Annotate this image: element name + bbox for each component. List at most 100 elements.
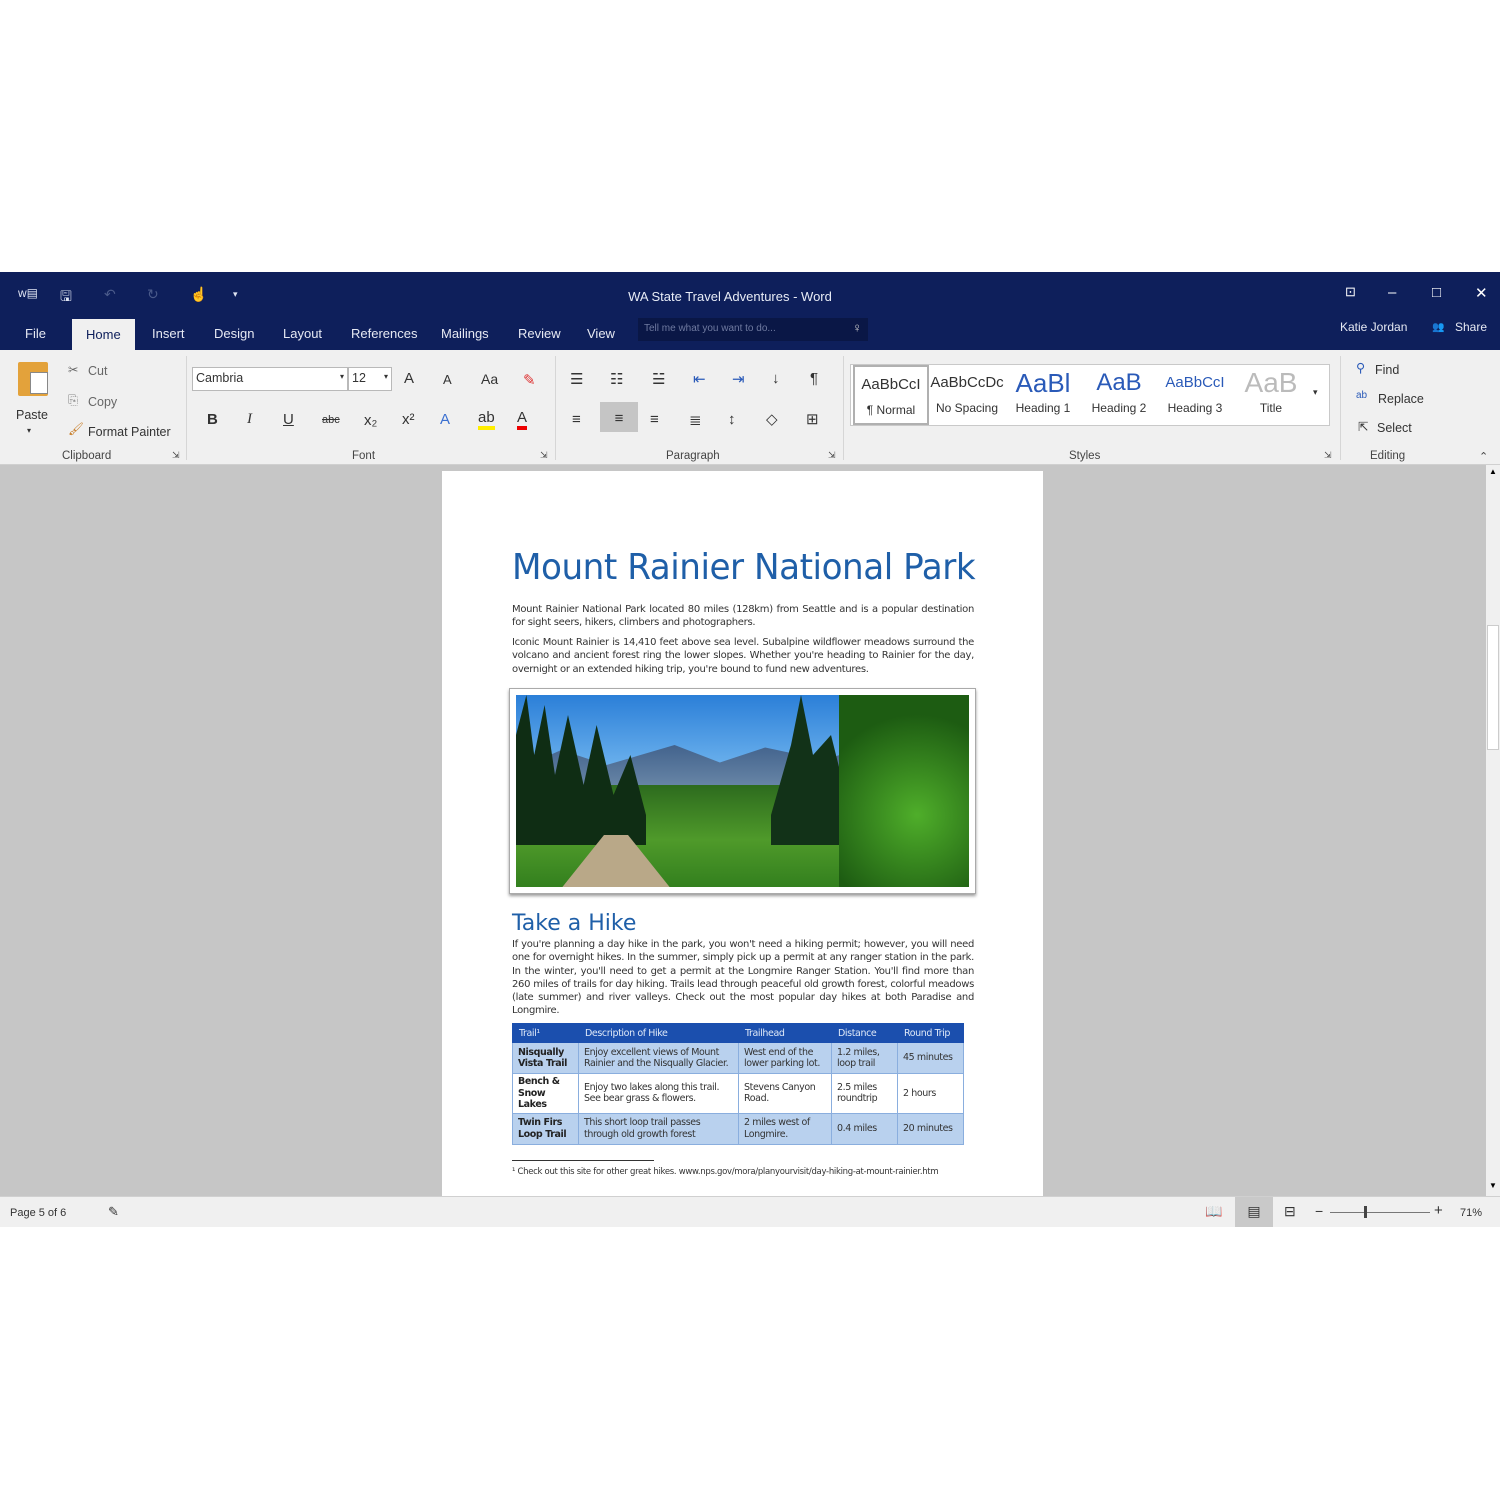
underline-button[interactable]: U (283, 411, 294, 428)
print-layout-icon[interactable]: ▤ (1235, 1197, 1273, 1227)
align-left-icon[interactable]: ≡ (572, 411, 581, 428)
align-center-icon[interactable]: ≡ (600, 402, 638, 432)
bullets-icon[interactable]: ☰ (570, 370, 583, 388)
style-normal[interactable]: AaBbCcI ¶ Normal (853, 365, 929, 425)
tell-me-input[interactable]: Tell me what you want to do... ♀ (638, 318, 868, 341)
align-right-icon[interactable]: ≡ (650, 411, 659, 428)
decrease-indent-icon[interactable]: ⇤ (693, 370, 706, 388)
italic-button[interactable]: I (247, 411, 252, 428)
grow-font-button[interactable]: A (404, 370, 414, 387)
zoom-slider-thumb[interactable] (1363, 1206, 1367, 1218)
font-launcher-icon[interactable]: ⇲ (540, 450, 548, 461)
tab-home[interactable]: Home (72, 319, 135, 350)
document-area: Mount Rainier National Park Mount Rainie… (0, 465, 1486, 1196)
proofing-icon[interactable]: ✎ (108, 1204, 119, 1220)
user-name[interactable]: Katie Jordan (1340, 320, 1407, 334)
select-icon: ⇱ (1358, 420, 1369, 434)
read-mode-icon[interactable]: 📖 (1205, 1203, 1222, 1220)
table-cell: Enjoy two lakes along this trail. See be… (578, 1073, 739, 1114)
superscript-icon[interactable]: x² (402, 411, 415, 428)
line-spacing-icon[interactable]: ↕ (728, 411, 736, 428)
paste-button[interactable]: Paste (16, 408, 48, 422)
document-title: Mount Rainier National Park (512, 547, 976, 588)
font-size-value: 12 (352, 371, 366, 385)
divider (555, 356, 556, 460)
collapse-ribbon-icon[interactable]: ⌃ (1479, 450, 1488, 463)
format-painter-button[interactable]: Format Painter (88, 425, 171, 439)
find-button[interactable]: Find (1375, 363, 1399, 377)
section-heading: Take a Hike (512, 911, 637, 936)
copy-button[interactable]: Copy (88, 395, 117, 409)
font-size-select[interactable]: 12 ▾ (348, 367, 392, 391)
zoom-in-button[interactable]: + (1434, 1202, 1443, 1219)
subscript-icon[interactable]: x₂ (364, 412, 377, 429)
mount-rainier-photo (509, 688, 976, 894)
replace-button[interactable]: Replace (1378, 392, 1424, 406)
shrink-font-button[interactable]: A (443, 372, 452, 387)
font-color-icon[interactable]: A (517, 410, 528, 430)
lightbulb-icon: ♀ (852, 320, 862, 335)
style-preview: AaB (1096, 369, 1142, 396)
tab-view[interactable]: View (587, 326, 615, 341)
bold-button[interactable]: B (207, 411, 218, 428)
paste-icon[interactable] (18, 362, 48, 396)
styles-launcher-icon[interactable]: ⇲ (1324, 450, 1332, 461)
highlight-icon[interactable]: ab (478, 410, 495, 430)
paragraph-launcher-icon[interactable]: ⇲ (828, 450, 836, 461)
font-group-label: Font (352, 450, 376, 462)
scroll-down-icon[interactable]: ▼ (1489, 1181, 1497, 1190)
styles-more-icon[interactable]: ▾ (1313, 387, 1318, 398)
shading-icon[interactable]: ◇ (766, 410, 778, 428)
table-cell: 1.2 miles, loop trail (831, 1042, 898, 1074)
close-button[interactable]: ✕ (1475, 284, 1488, 302)
scroll-thumb[interactable] (1487, 625, 1499, 750)
table-row: Bench & Snow Lakes Enjoy two lakes along… (512, 1073, 964, 1114)
document-page[interactable]: Mount Rainier National Park Mount Rainie… (442, 471, 1043, 1196)
style-preview: AaB (1244, 367, 1298, 398)
style-title[interactable]: AaB Title (1233, 365, 1309, 425)
tab-design[interactable]: Design (214, 326, 254, 341)
increase-indent-icon[interactable]: ⇥ (732, 370, 745, 388)
strikethrough-button[interactable]: abc (322, 414, 340, 426)
select-button[interactable]: Select (1377, 421, 1412, 435)
tab-references[interactable]: References (351, 326, 417, 341)
zoom-out-button[interactable]: − (1315, 1203, 1323, 1219)
tab-mailings[interactable]: Mailings (441, 326, 489, 341)
tab-review[interactable]: Review (518, 326, 561, 341)
tab-file[interactable]: File (25, 326, 46, 341)
status-bar: Page 5 of 6 ✎ 📖 ▤ ⊟ − + 71% (0, 1196, 1500, 1227)
style-heading-1[interactable]: AaBl Heading 1 (1005, 365, 1081, 425)
zoom-slider[interactable] (1330, 1206, 1430, 1218)
web-layout-icon[interactable]: ⊟ (1284, 1203, 1296, 1220)
borders-icon[interactable]: ⊞ (806, 410, 819, 428)
cut-button[interactable]: Cut (88, 364, 107, 378)
show-formatting-button[interactable]: ¶ (810, 370, 818, 387)
style-heading-2[interactable]: AaB Heading 2 (1081, 365, 1157, 425)
numbering-icon[interactable]: ☷ (610, 370, 623, 388)
tab-insert[interactable]: Insert (152, 326, 185, 341)
vertical-scrollbar[interactable]: ▲ ▼ (1486, 465, 1500, 1196)
paragraph: Iconic Mount Rainier is 14,410 feet abov… (512, 637, 974, 675)
minimize-button[interactable]: – (1388, 284, 1396, 301)
paste-dropdown-icon[interactable]: ▾ (27, 426, 31, 435)
style-no-spacing[interactable]: AaBbCcDc No Spacing (929, 365, 1005, 425)
text-effects-icon[interactable]: A (440, 411, 450, 428)
justify-icon[interactable]: ≣ (689, 411, 702, 429)
style-heading-3[interactable]: AaBbCcI Heading 3 (1157, 365, 1233, 425)
clipboard-launcher-icon[interactable]: ⇲ (172, 450, 180, 461)
maximize-button[interactable]: □ (1432, 284, 1441, 301)
multilevel-list-icon[interactable]: ☱ (652, 370, 665, 388)
scroll-up-icon[interactable]: ▲ (1489, 467, 1497, 476)
clear-formatting-icon[interactable]: ✎ (523, 371, 536, 389)
ribbon-display-icon[interactable]: ⊡ (1345, 284, 1356, 300)
change-case-button[interactable]: Aa (481, 371, 498, 387)
page-count[interactable]: Page 5 of 6 (10, 1207, 66, 1219)
table-cell: West end of the lower parking lot. (738, 1042, 832, 1074)
zoom-level[interactable]: 71% (1460, 1207, 1482, 1219)
table-header: Trailhead (738, 1023, 832, 1043)
tab-layout[interactable]: Layout (283, 326, 322, 341)
sort-icon[interactable]: ↓ (772, 370, 780, 387)
font-name-select[interactable]: Cambria ▾ (192, 367, 348, 391)
share-button[interactable]: Share (1455, 320, 1487, 334)
style-preview: AaBbCcI (1165, 374, 1225, 391)
